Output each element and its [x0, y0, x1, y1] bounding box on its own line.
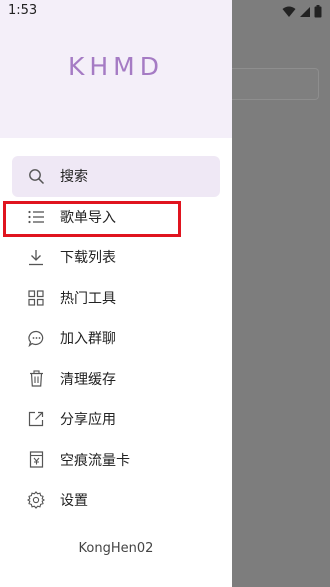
download-icon: [27, 248, 45, 266]
app-title: KHMD: [67, 52, 164, 81]
battery-icon: [314, 5, 322, 18]
menu-item-data-card[interactable]: 空痕流量卡: [12, 440, 220, 481]
status-time: 1:53: [8, 3, 38, 18]
sim-card-icon: [27, 451, 45, 469]
menu-item-search[interactable]: 搜索: [12, 156, 220, 197]
menu-item-share-app[interactable]: 分享应用: [12, 399, 220, 440]
menu-item-label: 清理缓存: [60, 371, 116, 388]
menu-item-label: 空痕流量卡: [60, 452, 130, 469]
menu-item-hot-tools[interactable]: 热门工具: [12, 278, 220, 319]
gear-icon: [27, 491, 45, 510]
menu-item-join-group[interactable]: 加入群聊: [12, 318, 220, 359]
menu-item-label: 分享应用: [60, 412, 116, 429]
signal-icon: [299, 6, 311, 18]
menu-item-label: 搜索: [60, 169, 88, 186]
share-icon: [27, 410, 45, 428]
menu-item-label: 热门工具: [60, 290, 116, 307]
chat-icon: [27, 329, 45, 347]
menu-item-settings[interactable]: 设置: [12, 480, 220, 521]
search-icon: [27, 167, 45, 185]
annotation-highlight-box: [3, 201, 181, 237]
menu-item-label: 加入群聊: [60, 331, 116, 348]
trash-icon: [27, 370, 45, 388]
status-icons: [282, 5, 322, 18]
menu-item-label: 下载列表: [60, 250, 116, 267]
status-bar: 1:53: [0, 0, 330, 24]
menu-item-clear-cache[interactable]: 清理缓存: [12, 359, 220, 400]
grid-icon: [27, 289, 45, 307]
menu-item-label: 设置: [60, 493, 88, 510]
menu-item-download-list[interactable]: 下载列表: [12, 237, 220, 278]
background-search-field: [232, 68, 319, 100]
navigation-drawer: KHMD 搜索 歌单导入 下载列表 热门工具 加入群聊 清理缓存 分享应用 空痕…: [0, 0, 232, 587]
drawer-footer-author: KongHen02: [78, 541, 154, 556]
wifi-icon: [282, 6, 296, 18]
